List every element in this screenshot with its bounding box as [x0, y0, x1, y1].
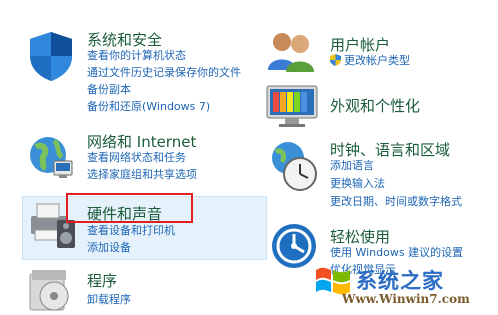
homegroup-sharing-link[interactable]: 选择家庭组和共享选项: [87, 167, 197, 182]
watermark-url: Www.Winwin7.com: [342, 292, 470, 306]
user-accounts-title[interactable]: 用户帐户: [330, 34, 390, 55]
ease-of-access-title[interactable]: 轻松使用: [330, 226, 390, 247]
ease-of-access-icon: [272, 224, 316, 268]
network-globe-icon: [30, 137, 73, 178]
add-language-link[interactable]: 添加语言: [330, 158, 374, 173]
network-internet-title[interactable]: 网络和 Internet: [87, 131, 196, 152]
system-security-title[interactable]: 系统和安全: [87, 29, 162, 50]
shield-icon: [30, 32, 72, 81]
backup-restore-link[interactable]: 备份和还原(Windows 7): [87, 99, 210, 114]
uninstall-program-link[interactable]: 卸载程序: [87, 292, 131, 307]
users-icon: [268, 33, 314, 72]
devices-printers-link[interactable]: 查看设备和打印机: [87, 223, 175, 238]
change-date-time-format-link[interactable]: 更改日期、时间或数字格式: [330, 194, 462, 209]
file-history-link[interactable]: 通过文件历史记录保存你的文件: [87, 65, 241, 80]
programs-disc-icon: [29, 270, 69, 311]
view-computer-status-link[interactable]: 查看你的计算机状态: [87, 48, 186, 63]
programs-title[interactable]: 程序: [87, 270, 117, 291]
appearance-title[interactable]: 外观和个性化: [330, 95, 420, 116]
uac-shield-icon: [330, 54, 341, 66]
network-status-link[interactable]: 查看网络状态和任务: [87, 150, 186, 165]
clock-language-region-title[interactable]: 时钟、语言和区域: [330, 139, 450, 160]
watermark-brand: 系统之家: [356, 269, 444, 293]
clock-globe-icon: [272, 142, 317, 191]
personalization-monitor-icon: [266, 85, 318, 127]
annotation-highlight-box: [66, 193, 193, 223]
use-windows-recommended-link[interactable]: 使用 Windows 建议的设置: [330, 245, 463, 260]
backup-copy-link[interactable]: 备份副本: [87, 82, 131, 97]
change-account-type-link[interactable]: 更改帐户类型: [344, 53, 410, 68]
add-device-link[interactable]: 添加设备: [87, 240, 131, 255]
change-input-method-link[interactable]: 更换输入法: [330, 176, 385, 191]
